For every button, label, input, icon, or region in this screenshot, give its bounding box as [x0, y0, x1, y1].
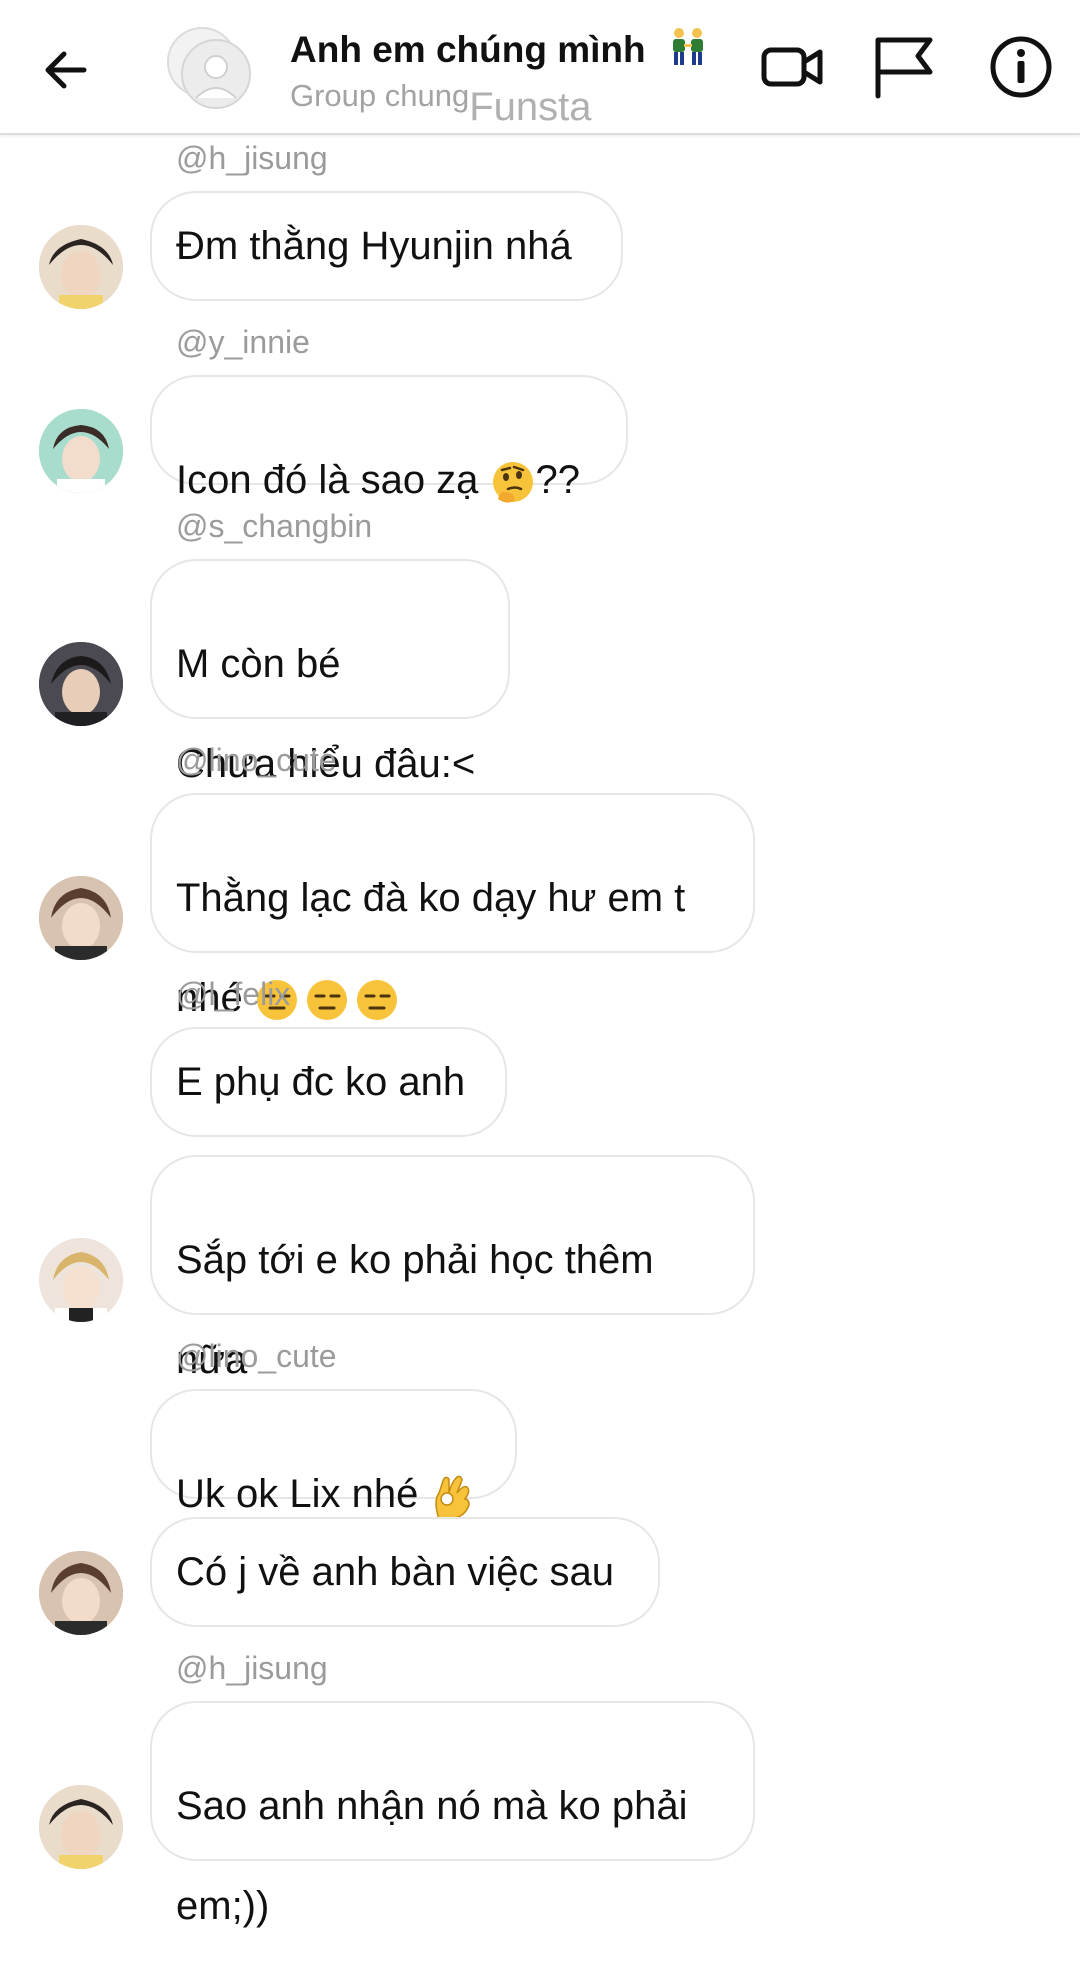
message-author[interactable]: @h_jisung	[176, 1650, 328, 1687]
chat-header: Anh em chúng mình Group chungFunsta	[0, 0, 1080, 135]
message-bubble[interactable]: Icon đó là sao zạ ??	[150, 375, 628, 504]
message-author[interactable]: @lino_cute	[176, 1338, 337, 1375]
avatar-photo	[39, 1238, 123, 1322]
video-call-icon[interactable]	[758, 32, 828, 102]
message-text: Uk ok Lix nhé	[176, 1472, 430, 1516]
message-bubble[interactable]: Sao anh nhận nó mà ko phải em;))	[150, 1701, 755, 1928]
avatar-photo	[39, 409, 123, 493]
chat-subtitle: Group chungFunsta	[290, 78, 592, 130]
info-icon[interactable]	[986, 32, 1056, 102]
message-author[interactable]: @y_innie	[176, 324, 310, 361]
group-avatar-icon[interactable]	[162, 22, 254, 114]
avatar-photo	[39, 876, 123, 960]
avatar-photo	[39, 1785, 123, 1869]
message-text: Icon đó là sao zạ	[176, 458, 490, 502]
avatar[interactable]	[39, 876, 123, 960]
message-line: em;))	[176, 1884, 270, 1928]
avatar[interactable]	[39, 225, 123, 309]
chat-title[interactable]: Anh em chúng mình	[290, 26, 708, 71]
avatar[interactable]	[39, 1551, 123, 1635]
two-men-holding-hands-icon	[672, 28, 703, 65]
avatar[interactable]	[39, 1238, 123, 1322]
message-author[interactable]: @lino_cute	[176, 742, 337, 779]
message-author[interactable]: @h_jisung	[176, 140, 328, 177]
message-text: Có j về anh bàn việc sau	[176, 1550, 615, 1594]
message-line: Sao anh nhận nó mà ko phải	[176, 1784, 688, 1828]
avatar[interactable]	[39, 1785, 123, 1869]
watermark-tag: Funsta	[469, 85, 592, 129]
message-bubble[interactable]: Thằng lạc đà ko dạy hư em t nhé	[150, 793, 755, 1021]
avatar[interactable]	[39, 642, 123, 726]
message-bubble[interactable]: Đm thằng Hyunjin nhá	[150, 191, 623, 301]
message-text: E phụ đc ko anh	[176, 1060, 466, 1104]
message-author[interactable]: @s_changbin	[176, 508, 372, 545]
group-subtitle: Group chung	[290, 78, 470, 113]
avatar-photo	[39, 1551, 123, 1635]
avatar-photo	[39, 642, 123, 726]
flag-icon[interactable]	[870, 32, 940, 102]
message-bubble[interactable]: Có j về anh bàn việc sau	[150, 1517, 660, 1627]
message-line: Thằng lạc đà ko dạy hư em t	[176, 876, 686, 920]
ok-hand-icon	[435, 1476, 471, 1521]
message-text: Đm thằng Hyunjin nhá	[176, 224, 572, 268]
message-bubble[interactable]: Uk ok Lix nhé	[150, 1389, 517, 1521]
message-bubble[interactable]: Sắp tới e ko phải học thêm nữa	[150, 1155, 755, 1382]
message-bubble[interactable]: E phụ đc ko anh	[150, 1027, 507, 1137]
message-text-suffix: ??	[535, 458, 581, 502]
back-arrow-icon[interactable]	[36, 40, 96, 100]
chat-title-text: Anh em chúng mình	[290, 29, 646, 70]
avatar[interactable]	[39, 409, 123, 493]
message-bubble[interactable]: M còn bé Chưa hiểu đâu:<	[150, 559, 510, 786]
avatar-photo	[39, 225, 123, 309]
message-author[interactable]: @l_felix	[176, 976, 290, 1013]
thinking-face-icon	[492, 462, 533, 504]
message-line: Sắp tới e ko phải học thêm	[176, 1238, 654, 1282]
message-line: M còn bé	[176, 642, 341, 686]
